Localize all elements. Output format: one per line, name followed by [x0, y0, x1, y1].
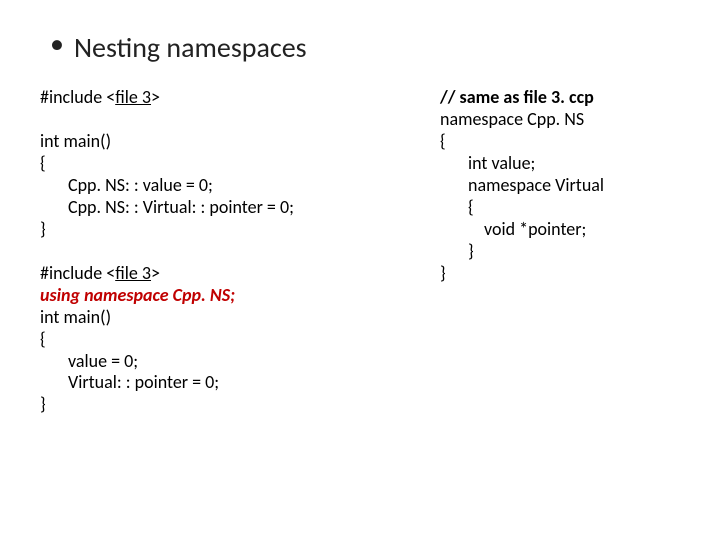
stmt-value: Cpp. NS: : value = 0; — [40, 175, 440, 197]
two-column-layout: #include <file 3> int main() { Cpp. NS: … — [40, 87, 700, 416]
right-code-column: // same as file 3. ccp namespace Cpp. NS… — [440, 87, 700, 416]
title-text: Nesting namespaces — [74, 30, 307, 65]
ns-brace-open: { — [440, 131, 700, 153]
stmt-pointer: Cpp. NS: : Virtual: : pointer = 0; — [40, 197, 440, 219]
include-line-1: #include <file 3> — [40, 87, 440, 109]
include-line-2: #include <file 3> — [40, 263, 440, 285]
ns-brace-close: } — [440, 263, 700, 285]
bullet-title: • Nesting namespaces — [50, 30, 700, 65]
brace-open-1: { — [40, 153, 440, 175]
slide-content: • Nesting namespaces #include <file 3> i… — [0, 0, 720, 416]
brace-close-2: } — [40, 394, 440, 416]
left-code-column: #include <file 3> int main() { Cpp. NS: … — [40, 87, 440, 416]
ns-virtual-brace-open: { — [440, 197, 700, 219]
decl-int-value: int value; — [440, 153, 700, 175]
ns-virtual: namespace Virtual — [440, 175, 700, 197]
file3-underline-2: file 3 — [115, 262, 151, 284]
main-sig-1: int main() — [40, 131, 440, 153]
stmt-pointer-2: Virtual: : pointer = 0; — [40, 372, 440, 394]
using-namespace-line: using namespace Cpp. NS; — [40, 285, 440, 307]
bullet-dot-icon: • — [50, 30, 64, 58]
brace-close-1: } — [40, 219, 440, 241]
stmt-value-2: value = 0; — [40, 351, 440, 373]
file3-underline: file 3 — [115, 86, 151, 108]
decl-void-pointer: void *pointer; — [440, 219, 700, 241]
main-sig-2: int main() — [40, 307, 440, 329]
brace-open-2: { — [40, 329, 440, 351]
ns-cppns: namespace Cpp. NS — [440, 109, 700, 131]
ns-virtual-brace-close: } — [440, 241, 700, 263]
comment-line: // same as file 3. ccp — [440, 87, 700, 109]
